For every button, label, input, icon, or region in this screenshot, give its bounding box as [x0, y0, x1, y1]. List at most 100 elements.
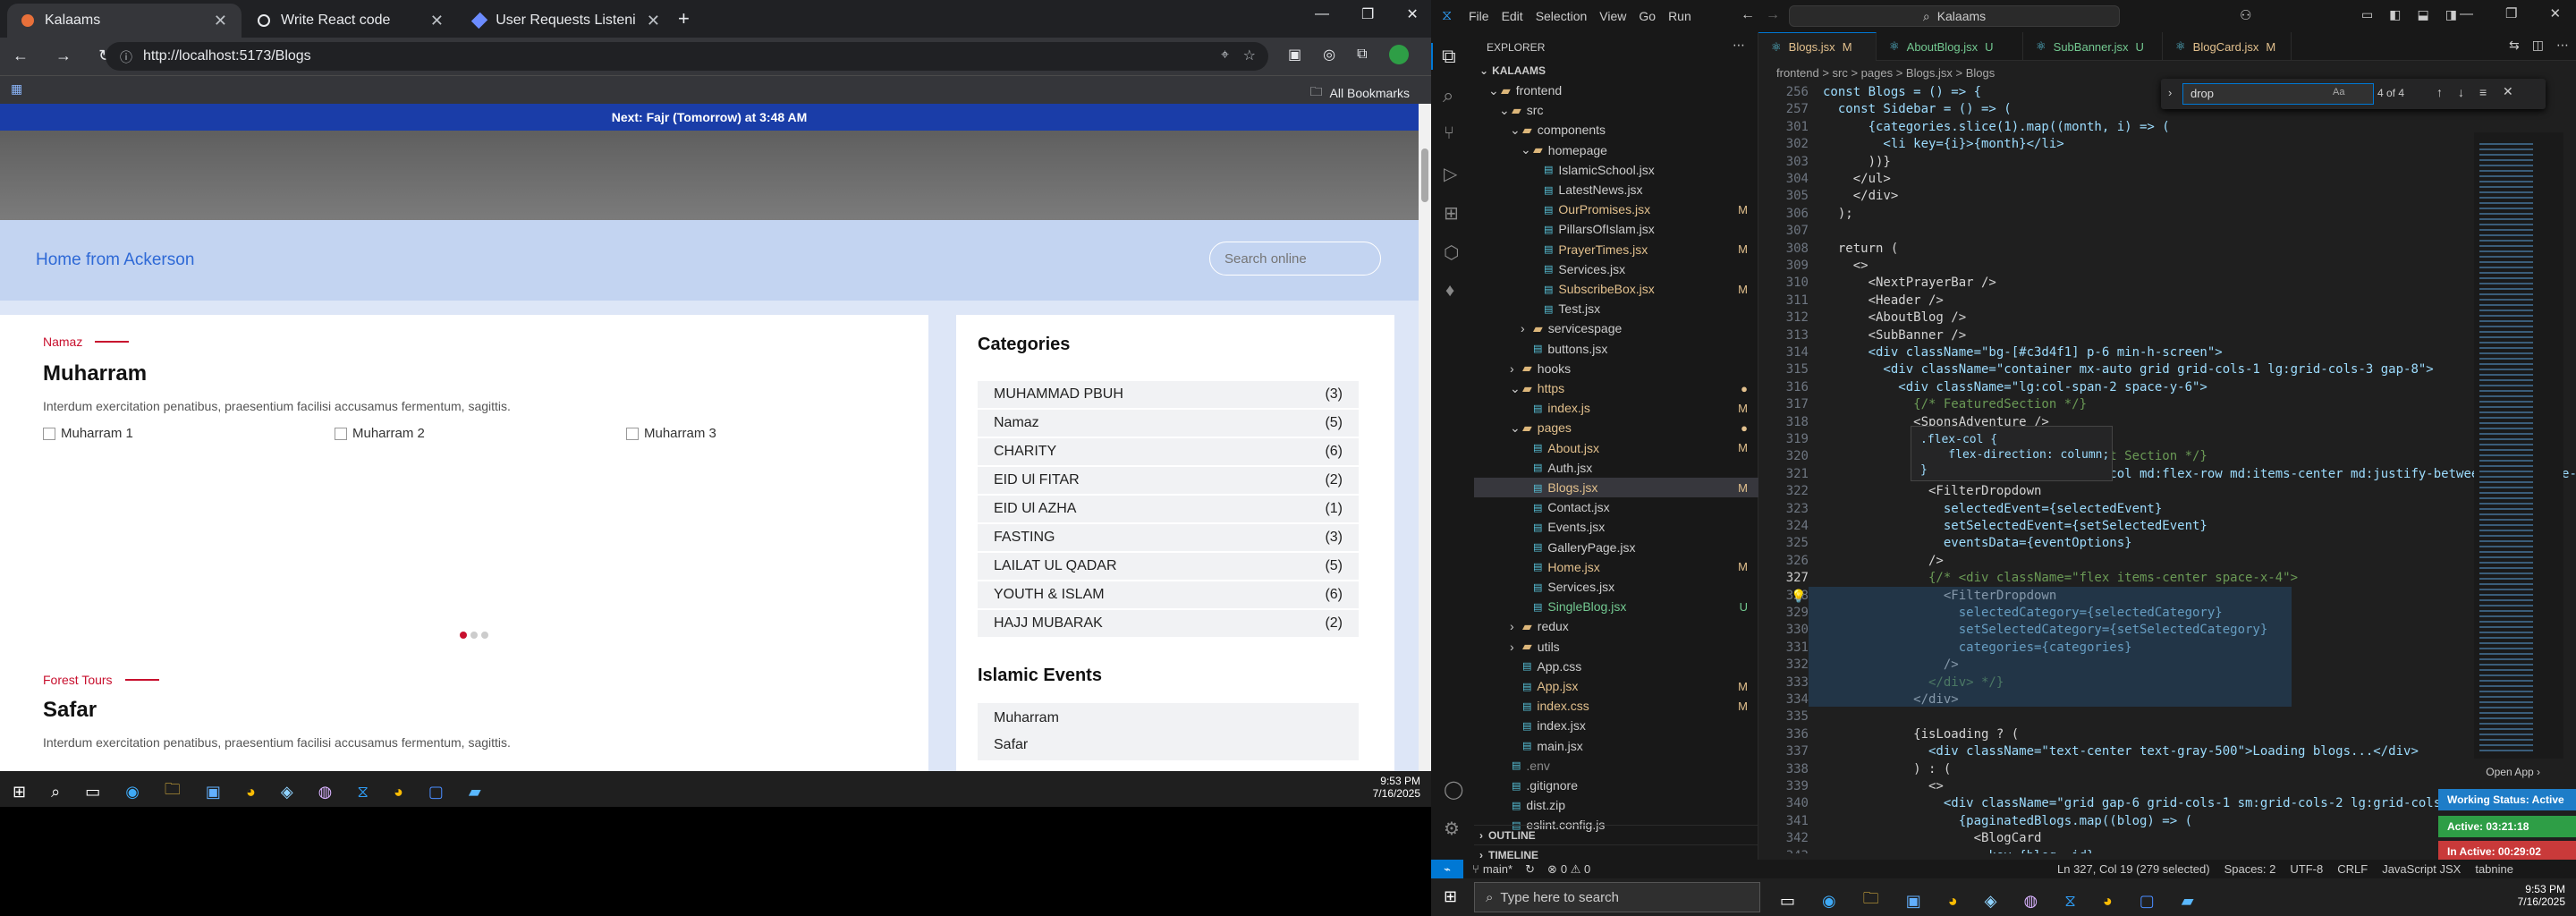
- close-icon[interactable]: ✕: [430, 12, 444, 30]
- match-case-icon[interactable]: Aa: [2333, 87, 2344, 98]
- category-item[interactable]: EID Ul FITAR (2): [978, 467, 1359, 494]
- tree-item[interactable]: ▤ Services.jsx: [1474, 259, 1758, 279]
- split-editor-icon[interactable]: ◫: [2532, 38, 2544, 53]
- account-icon[interactable]: ◯: [1444, 778, 1463, 801]
- line-ending[interactable]: CRLF: [2337, 862, 2368, 876]
- nav-back-icon[interactable]: ←: [1741, 7, 1755, 23]
- copilot-icon[interactable]: ◈: [1985, 892, 1997, 911]
- zoom-icon[interactable]: ▢: [2140, 892, 2155, 911]
- outline-section[interactable]: › OUTLINE: [1474, 825, 1758, 844]
- tree-item[interactable]: › ▰ hooks: [1474, 359, 1758, 378]
- store-icon[interactable]: ▣: [206, 783, 221, 802]
- editor-tab[interactable]: ⚛ Blogs.jsx M: [1758, 32, 1877, 61]
- editor-tab[interactable]: ⚛ AboutBlog.jsx U: [1877, 32, 2023, 61]
- tree-item[interactable]: ▤ index.css M: [1474, 696, 1758, 716]
- language-mode[interactable]: JavaScript JSX: [2382, 862, 2461, 876]
- command-center[interactable]: ⌕ Kalaams: [1789, 5, 2120, 27]
- encoding[interactable]: UTF-8: [2290, 862, 2323, 876]
- category-item[interactable]: Namaz (5): [978, 410, 1359, 437]
- back-icon[interactable]: ←: [13, 47, 29, 65]
- tree-item[interactable]: ⌄ ▰ frontend: [1474, 81, 1758, 100]
- tree-item[interactable]: ▤ IslamicSchool.jsx: [1474, 160, 1758, 180]
- clock[interactable]: 9:53 PM 7/16/2025: [1373, 775, 1420, 800]
- tree-item[interactable]: ⌄ ▰ src: [1474, 100, 1758, 120]
- windows-icon[interactable]: ⊞: [1444, 887, 1457, 906]
- forward-icon[interactable]: →: [55, 47, 72, 65]
- editor-tab[interactable]: ⚛ SubBanner.jsx U: [2023, 32, 2163, 61]
- close-icon[interactable]: ✕: [214, 12, 227, 30]
- chrome-icon-2[interactable]: ◕: [2103, 892, 2113, 911]
- scroll-thumb[interactable]: [1421, 148, 1428, 202]
- minimize-icon[interactable]: —: [2460, 6, 2473, 21]
- tree-item[interactable]: ▤ App.css: [1474, 657, 1758, 676]
- more-actions-icon[interactable]: ⋯: [2556, 38, 2569, 53]
- code-editor[interactable]: 256 const Blogs = () => {257 const Sideba…: [1758, 84, 2576, 853]
- tree-item[interactable]: ▤ buttons.jsx: [1474, 339, 1758, 359]
- carousel-dot[interactable]: [481, 632, 488, 639]
- maximize-icon[interactable]: ❐: [2505, 5, 2517, 21]
- tree-item[interactable]: ▤ Auth.jsx: [1474, 458, 1758, 478]
- menu-item[interactable]: Edit: [1502, 9, 1523, 23]
- tree-item[interactable]: ▤ .env: [1474, 756, 1758, 776]
- menu-item[interactable]: Selection: [1536, 9, 1588, 23]
- all-bookmarks[interactable]: 🗀 All Bookmarks: [1310, 82, 1410, 104]
- secondary-sidebar-icon[interactable]: ◨: [2445, 7, 2457, 22]
- tree-item[interactable]: ▤ main.jsx: [1474, 736, 1758, 756]
- store-icon[interactable]: ▣: [1906, 892, 1921, 911]
- close-icon[interactable]: ✕: [2503, 84, 2513, 99]
- tree-item[interactable]: ▤ Contact.jsx: [1474, 497, 1758, 517]
- tree-item[interactable]: ⌄ ▰ pages ●: [1474, 418, 1758, 437]
- app-icon[interactable]: ▰: [469, 783, 481, 802]
- menu-item[interactable]: Go: [1639, 9, 1656, 23]
- nav-forward-icon[interactable]: →: [1766, 7, 1780, 23]
- tree-item[interactable]: ⌄ ▰ homepage: [1474, 140, 1758, 160]
- blog-title[interactable]: Safar: [43, 698, 97, 723]
- category-item[interactable]: FASTING (3): [978, 524, 1359, 551]
- chrome-icon-2[interactable]: ◕: [394, 783, 403, 802]
- clock[interactable]: 9:53 PM 7/16/2025: [2518, 883, 2565, 908]
- star-icon[interactable]: ☆: [1243, 47, 1256, 64]
- tree-item[interactable]: ▤ PrayerTimes.jsx M: [1474, 240, 1758, 259]
- category-item[interactable]: EID Ul AZHA (1): [978, 496, 1359, 522]
- tree-item[interactable]: ▤ LatestNews.jsx: [1474, 180, 1758, 199]
- close-window-icon[interactable]: ✕: [2549, 5, 2561, 21]
- branch-name[interactable]: main*: [1483, 862, 1513, 876]
- tab-write-react[interactable]: Write React code ✕: [243, 4, 458, 38]
- tree-item[interactable]: ▤ Home.jsx M: [1474, 557, 1758, 577]
- task-view-icon[interactable]: ▭: [1780, 892, 1795, 911]
- carousel-dot[interactable]: [460, 632, 467, 639]
- new-tab-icon[interactable]: +: [678, 7, 690, 30]
- compare-icon[interactable]: ⇆: [2509, 38, 2520, 53]
- search-icon[interactable]: ⌕: [1443, 84, 1453, 107]
- open-app-link[interactable]: Open App ›: [2486, 766, 2540, 778]
- tree-item[interactable]: › ▰ redux: [1474, 616, 1758, 636]
- gear-icon[interactable]: ⚙: [1444, 818, 1460, 840]
- indentation[interactable]: Spaces: 2: [2224, 862, 2276, 876]
- event-item[interactable]: Safar: [978, 734, 1359, 757]
- category-item[interactable]: HAJJ MUBARAK (2): [978, 610, 1359, 637]
- taskbar-search[interactable]: ⌕ Type here to search: [1474, 882, 1760, 912]
- menu-item[interactable]: View: [1599, 9, 1626, 23]
- windows-icon[interactable]: ⊞: [13, 783, 26, 802]
- tabnine-status[interactable]: tabnine: [2475, 862, 2513, 876]
- close-window-icon[interactable]: ✕: [1406, 5, 1418, 23]
- cursor-position[interactable]: Ln 327, Col 19 (279 selected): [2057, 862, 2210, 876]
- tree-item[interactable]: ▤ Blogs.jsx M: [1474, 478, 1758, 497]
- tree-item[interactable]: ▤ index.jsx: [1474, 716, 1758, 735]
- event-item[interactable]: Muharram: [978, 703, 1359, 734]
- editor-tab[interactable]: ⚛ BlogCard.jsx M: [2163, 32, 2292, 61]
- layout-icon[interactable]: ▭: [2361, 7, 2373, 22]
- project-root[interactable]: ⌄ KALAAMS: [1474, 61, 1758, 81]
- file-explorer-icon[interactable]: 🗀: [165, 778, 181, 805]
- tree-item[interactable]: ▤ PillarsOfIslam.jsx: [1474, 219, 1758, 239]
- tree-item[interactable]: ▤ index.js M: [1474, 398, 1758, 418]
- app-icon[interactable]: ▰: [2182, 892, 2194, 911]
- tree-item[interactable]: › ▰ servicespage: [1474, 318, 1758, 338]
- close-icon[interactable]: ✕: [647, 12, 660, 30]
- copilot-icon[interactable]: ⚇: [2240, 7, 2251, 23]
- category-item[interactable]: MUHAMMAD PBUH (3): [978, 381, 1359, 408]
- vscode-icon[interactable]: ⧖: [2064, 892, 2076, 911]
- tree-item[interactable]: ▤ GalleryPage.jsx: [1474, 538, 1758, 557]
- puzzle-icon[interactable]: ⧉: [1357, 47, 1367, 63]
- blog-title[interactable]: Muharram: [43, 361, 147, 386]
